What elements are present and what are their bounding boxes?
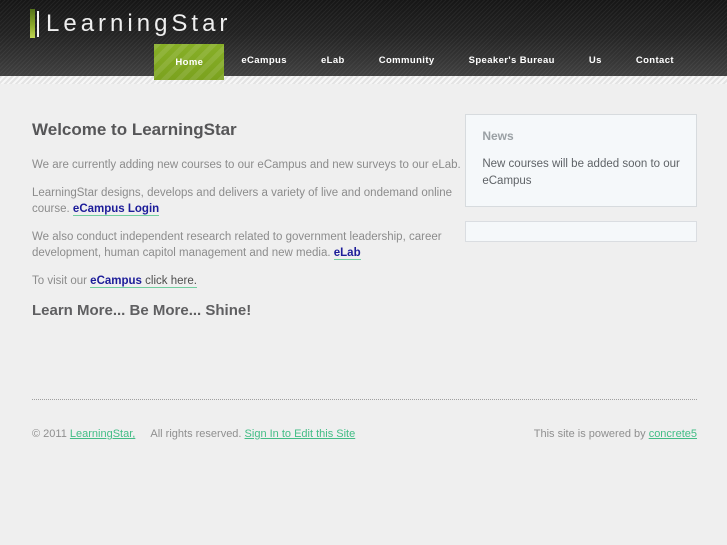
intro-paragraph: We are currently adding new courses to o… [32, 159, 461, 171]
content-column: Welcome to LearningStar We are currently… [32, 114, 465, 399]
nav-tab-home[interactable]: Home [154, 44, 224, 80]
designs-paragraph: LearningStar designs, develops and deliv… [32, 185, 465, 217]
main-content: Welcome to LearningStar We are currently… [0, 84, 727, 399]
visit-paragraph: To visit our eCampus click here. [32, 273, 465, 289]
copyright-text: © 2011 [32, 428, 67, 440]
logo-text: LearningStar [46, 9, 232, 37]
news-title: News [482, 129, 514, 143]
news-box: News New courses will be added soon to o… [465, 114, 697, 208]
ecampus-login-link[interactable]: eCampus Login [72, 203, 160, 217]
sidebar: News New courses will be added soon to o… [465, 114, 697, 399]
learningstar-footer-link[interactable]: LearningStar, [70, 428, 135, 440]
visit-paragraph-text: To visit our [32, 275, 87, 288]
concrete5-link[interactable]: concrete5 [649, 428, 697, 440]
rights-text: All rights reserved. [150, 428, 242, 440]
tagline: Learn More... Be More... Shine! [32, 301, 252, 319]
footer-left: © 2011 LearningStar, All rights reserved… [32, 428, 355, 440]
news-body: New courses will be added soon to our eC… [482, 158, 680, 187]
research-paragraph: We also conduct independent research rel… [32, 229, 465, 261]
click-here-text: click here. [145, 275, 197, 288]
research-paragraph-text: We also conduct independent research rel… [32, 231, 442, 260]
logo-green-bar-icon [30, 9, 35, 38]
nav-tab-elab[interactable]: eLab [304, 44, 362, 76]
sign-in-link[interactable]: Sign In to Edit this Site [245, 428, 356, 440]
header-texture-strip [0, 76, 727, 84]
footer-right: This site is powered by concrete5 [534, 428, 697, 440]
empty-sidebar-block [465, 221, 697, 243]
nav-tab-community[interactable]: Community [362, 44, 452, 76]
powered-by-text: This site is powered by [533, 428, 646, 440]
nav-tab-ecampus[interactable]: eCampus [224, 44, 304, 76]
nav-tab-us[interactable]: Us [572, 44, 619, 76]
site-footer: © 2011 LearningStar, All rights reserved… [0, 400, 727, 440]
nav-tab-contact[interactable]: Contact [619, 44, 691, 76]
ecampus-link-bold: eCampus [90, 275, 142, 288]
main-nav: Home eCampus eLab Community Speaker's Bu… [154, 44, 691, 80]
site-header: LearningStar Home eCampus eLab Community… [0, 0, 727, 80]
page-title: Welcome to LearningStar [32, 120, 237, 139]
logo-white-bar-icon [37, 10, 39, 37]
site-logo[interactable]: LearningStar [30, 9, 231, 38]
nav-tab-speakers-bureau[interactable]: Speaker's Bureau [452, 44, 572, 76]
ecampus-click-here-link[interactable]: eCampus click here. [90, 275, 197, 289]
elab-link[interactable]: eLab [333, 247, 361, 261]
